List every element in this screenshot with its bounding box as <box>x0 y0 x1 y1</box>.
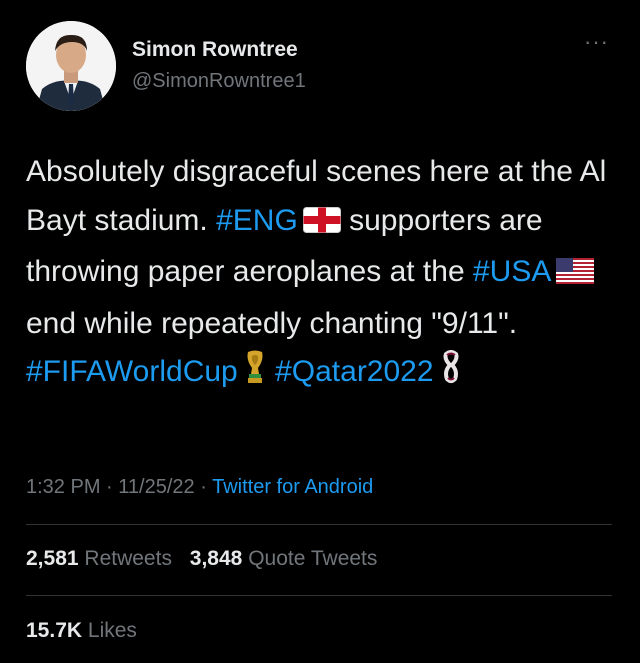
hashtag-fifaworldcup[interactable]: #FIFAWorldCup <box>26 355 238 388</box>
tweet-time[interactable]: 1:32 PM <box>26 476 100 498</box>
quote-tweets-count: 3,848 <box>189 547 243 570</box>
hashtag-usa[interactable]: #USA <box>473 255 551 288</box>
share-stats: 2,581 Retweets 3,848 Quote Tweets <box>26 547 389 571</box>
more-options-icon[interactable]: ··· <box>584 31 609 53</box>
tweet-text-part: end while repeatedly chanting "9/11". <box>26 306 518 340</box>
quote-tweets-stat[interactable]: 3,848 Quote Tweets <box>190 547 378 570</box>
avatar[interactable] <box>26 21 116 111</box>
tweet-card: Simon Rowntree @SimonRowntree1 ··· Absol… <box>0 0 640 663</box>
tweet-text-part <box>267 355 275 388</box>
hashtag-eng[interactable]: #ENG <box>216 204 298 237</box>
divider <box>26 595 612 596</box>
retweets-label: Retweets <box>84 547 172 570</box>
quote-tweets-label: Quote Tweets <box>248 547 378 570</box>
likes-count: 15.7K <box>26 619 83 642</box>
england-flag-icon <box>302 200 341 249</box>
tweet-meta: 1:32 PM · 11/25/22 · Twitter for Android <box>26 476 373 499</box>
retweets-count: 2,581 <box>26 547 79 570</box>
profile-photo <box>26 21 116 111</box>
tweet-text: Absolutely disgraceful scenes here at th… <box>26 148 616 400</box>
meta-separator: · <box>106 476 113 498</box>
meta-separator: · <box>200 476 207 498</box>
world-cup-emblem-icon <box>439 350 463 400</box>
usa-flag-icon <box>556 251 595 300</box>
likes-stat[interactable]: 15.7K Likes <box>26 619 137 642</box>
likes-label: Likes <box>87 619 137 642</box>
divider <box>26 524 612 525</box>
tweet-source[interactable]: Twitter for Android <box>212 476 373 498</box>
likes-stats: 15.7K Likes <box>26 619 149 643</box>
trophy-icon <box>243 350 267 400</box>
retweets-stat[interactable]: 2,581 Retweets <box>26 547 172 570</box>
author-name[interactable]: Simon Rowntree <box>132 38 298 62</box>
tweet-date[interactable]: 11/25/22 <box>118 476 194 498</box>
hashtag-qatar2022[interactable]: #Qatar2022 <box>275 355 433 388</box>
author-handle[interactable]: @SimonRowntree1 <box>132 70 306 93</box>
